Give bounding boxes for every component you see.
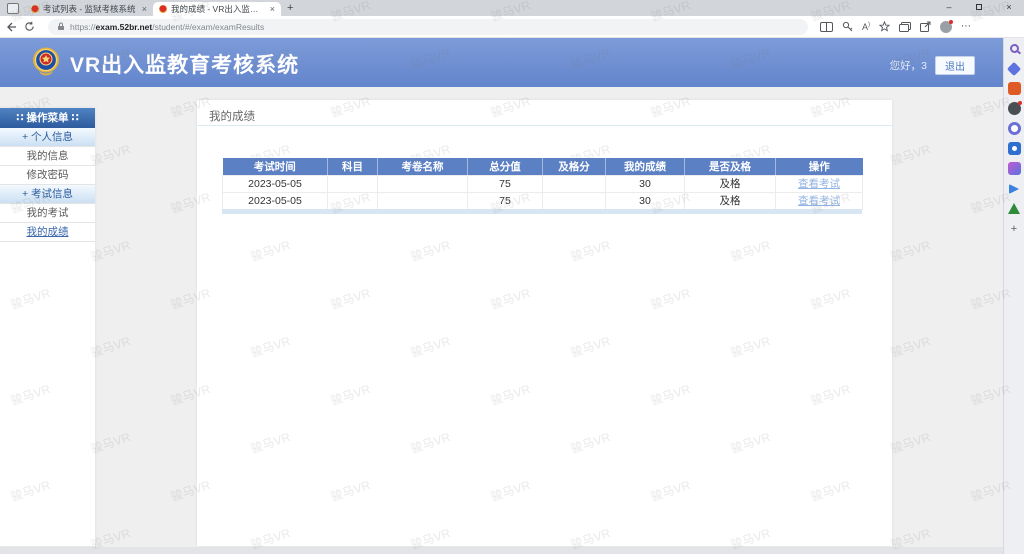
url-text: https://exam.52br.net/student/#/exam/exa… [70, 22, 264, 32]
app-header: VR出入监教育考核系统 您好，3 退出 [0, 38, 1003, 87]
operation-menu-panel: ∷ 操作菜单 ∷ + 个人信息 我的信息 修改密码 + 考试信息 我的考试 我的… [0, 108, 95, 546]
cell-exam-time: 2023-05-05 [223, 175, 328, 192]
key-icon[interactable] [842, 21, 853, 32]
settings-more-icon[interactable]: ⋯ [961, 21, 972, 32]
favorites-star-icon[interactable] [879, 21, 890, 32]
edge-sidebar: + [1003, 38, 1024, 554]
briefcase-icon[interactable] [1008, 82, 1021, 95]
menu-header: ∷ 操作菜单 ∷ [0, 108, 95, 128]
new-tab-button[interactable]: + [287, 2, 293, 14]
tab-close-icon[interactable]: × [270, 4, 275, 14]
cell-total-score: 75 [468, 192, 543, 209]
col-pass-score: 及格分 [543, 158, 606, 175]
table-row: 2023-05-05 75 30 及格 查看考试 [223, 192, 863, 209]
cell-paper-name [378, 175, 468, 192]
collections-icon[interactable] [899, 22, 911, 32]
watermark-text: 骏马VR [888, 428, 932, 457]
watermark-text: 骏马VR [888, 332, 932, 361]
ring-icon[interactable] [1008, 122, 1021, 135]
camera-icon[interactable] [1008, 142, 1021, 155]
browser-address-bar: https://exam.52br.net/student/#/exam/exa… [0, 16, 1024, 38]
url-input[interactable]: https://exam.52br.net/student/#/exam/exa… [48, 19, 808, 35]
police-emblem-logo [32, 47, 60, 77]
page-share-icon[interactable] [920, 21, 931, 32]
view-exam-link[interactable]: 查看考试 [798, 195, 840, 207]
tree-icon[interactable] [1008, 202, 1021, 215]
back-icon[interactable] [6, 22, 24, 32]
logout-button[interactable]: 退出 [935, 56, 975, 75]
watermark-text: 骏马VR [888, 236, 932, 265]
sidebar-item-my-info[interactable]: 我的信息 [0, 147, 95, 166]
lock-icon [57, 22, 65, 31]
paper-plane-icon[interactable] [1008, 182, 1021, 195]
split-screen-icon[interactable] [820, 22, 833, 32]
site-favicon [159, 5, 167, 13]
restore-button[interactable] [964, 0, 994, 15]
tab-title: 我的成绩 - VR出入监教育考核系统 [171, 3, 266, 15]
tab-close-icon[interactable]: × [142, 4, 147, 14]
restore-icon [976, 4, 982, 10]
sidebar-item-my-scores[interactable]: 我的成绩 [0, 223, 95, 242]
cell-subject [328, 175, 378, 192]
cell-pass-score [543, 175, 606, 192]
tab-title: 考试列表 - 监狱考核系统 [43, 3, 138, 15]
user-greeting: 您好，3 [890, 58, 927, 73]
window-bottom-edge [0, 547, 1003, 554]
refresh-icon[interactable] [24, 21, 42, 32]
people-icon[interactable] [1008, 102, 1021, 115]
plus-icon[interactable]: + [1008, 222, 1021, 235]
address-bar-icons: A) ⋯ [820, 21, 972, 33]
cell-my-score: 30 [606, 175, 685, 192]
sidebar-item-change-password[interactable]: 修改密码 [0, 166, 95, 185]
window-controls: – × [934, 0, 1024, 15]
cell-exam-time: 2023-05-05 [223, 192, 328, 209]
pencil-icon[interactable] [1008, 162, 1021, 175]
cell-pass-status: 及格 [685, 175, 776, 192]
col-action: 操作 [776, 158, 863, 175]
read-aloud-icon[interactable]: A) [862, 22, 870, 32]
site-favicon [31, 5, 39, 13]
tag-icon[interactable] [1008, 62, 1021, 75]
browser-tab-strip: 考试列表 - 监狱考核系统 × 我的成绩 - VR出入监教育考核系统 × + –… [0, 0, 1024, 16]
minimize-button[interactable]: – [934, 0, 964, 15]
col-paper-name: 考卷名称 [378, 158, 468, 175]
search-icon[interactable] [1010, 44, 1019, 53]
sidebar-group-personal-info[interactable]: + 个人信息 [0, 128, 95, 147]
watermark-text: 骏马VR [888, 140, 932, 169]
page-title: 我的成绩 [197, 100, 892, 126]
cell-paper-name [378, 192, 468, 209]
browser-tab-my-scores[interactable]: 我的成绩 - VR出入监教育考核系统 × [153, 2, 281, 16]
app-title: VR出入监教育考核系统 [70, 49, 299, 79]
header-user-area: 您好，3 退出 [890, 56, 975, 75]
cell-pass-score [543, 192, 606, 209]
view-exam-link[interactable]: 查看考试 [798, 178, 840, 190]
browser-tab-exam-list[interactable]: 考试列表 - 监狱考核系统 × [25, 2, 153, 16]
close-button[interactable]: × [994, 0, 1024, 15]
table-header-row: 考试时间 科目 考卷名称 总分值 及格分 我的成绩 是否及格 操作 [223, 158, 863, 175]
my-scores-panel: 我的成绩 考试时间 科目 考卷名称 总分值 及格分 我的成绩 是否及格 操作 2… [197, 100, 892, 546]
col-my-score: 我的成绩 [606, 158, 685, 175]
profile-avatar[interactable] [940, 21, 952, 33]
col-exam-time: 考试时间 [223, 158, 328, 175]
cell-subject [328, 192, 378, 209]
sidebar-item-my-exams[interactable]: 我的考试 [0, 204, 95, 223]
table-row: 2023-05-05 75 30 及格 查看考试 [223, 175, 863, 192]
col-pass-status: 是否及格 [685, 158, 776, 175]
cell-total-score: 75 [468, 175, 543, 192]
tab-actions-icon[interactable] [7, 3, 19, 14]
col-subject: 科目 [328, 158, 378, 175]
col-total-score: 总分值 [468, 158, 543, 175]
cell-my-score: 30 [606, 192, 685, 209]
scores-table: 考试时间 科目 考卷名称 总分值 及格分 我的成绩 是否及格 操作 2023-0… [222, 158, 863, 210]
table-footer-bar [222, 209, 862, 214]
sidebar-group-exam-info[interactable]: + 考试信息 [0, 185, 95, 204]
cell-pass-status: 及格 [685, 192, 776, 209]
